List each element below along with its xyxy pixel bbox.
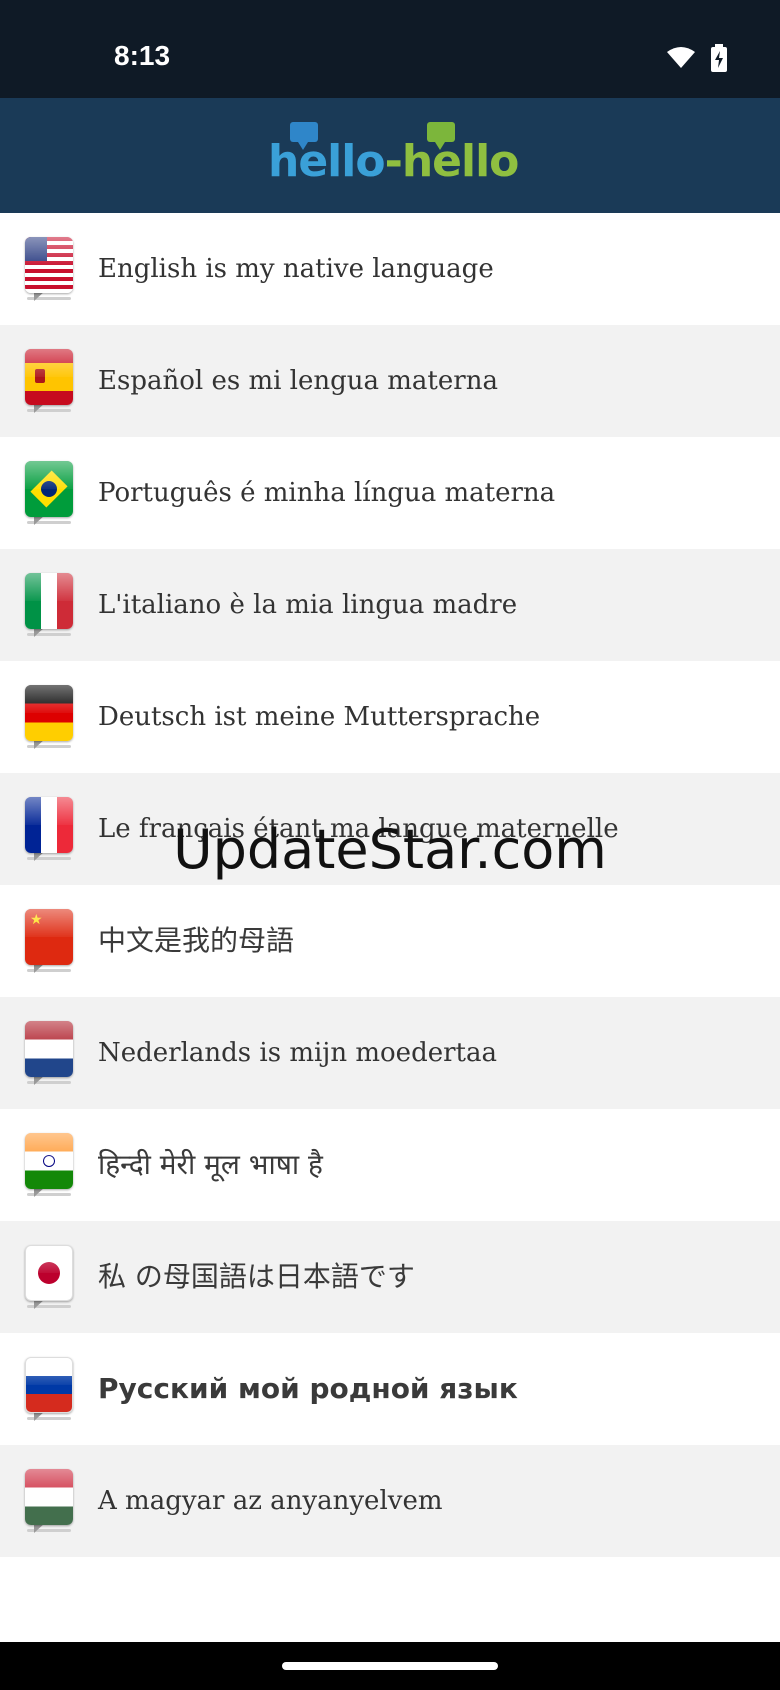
language-item-english[interactable]: English is my native language — [0, 213, 780, 325]
app-header: hello-hello — [0, 98, 780, 213]
italy-flag-icon — [25, 573, 73, 637]
netherlands-flag-icon — [25, 1021, 73, 1085]
language-item-french[interactable]: Le français étant ma langue maternelle — [0, 773, 780, 885]
language-label: Nederlands is mijn moedertaa — [98, 1038, 497, 1068]
logo-text-hello: hello — [268, 136, 386, 187]
language-item-russian[interactable]: Русский мой родной язык — [0, 1333, 780, 1445]
us-flag-icon — [25, 237, 73, 301]
language-label: Le français étant ma langue maternelle — [98, 814, 619, 844]
battery-charging-icon — [710, 44, 728, 76]
spain-flag-icon — [25, 349, 73, 413]
language-list: English is my native language Español es… — [0, 213, 780, 1557]
language-label: A magyar az anyanyelvem — [98, 1486, 443, 1516]
language-item-german[interactable]: Deutsch ist meine Muttersprache — [0, 661, 780, 773]
logo-text-dash: - — [384, 136, 403, 187]
russia-flag-icon — [25, 1357, 73, 1421]
language-item-spanish[interactable]: Español es mi lengua materna — [0, 325, 780, 437]
logo-text-hello-2: hello — [401, 136, 520, 187]
language-label: L'italiano è la mia lingua madre — [98, 590, 518, 620]
hungary-flag-icon — [25, 1469, 73, 1533]
status-time: 8:13 — [114, 40, 171, 71]
language-item-chinese[interactable]: ★ 中文是我的母語 — [0, 885, 780, 997]
france-flag-icon — [25, 797, 73, 861]
status-icons — [666, 44, 728, 76]
navigation-bar — [0, 1642, 780, 1690]
language-label: हिन्दी मेरी मूल भाषा है — [98, 1148, 323, 1181]
germany-flag-icon — [25, 685, 73, 749]
china-flag-icon: ★ — [25, 909, 73, 973]
brazil-flag-icon — [25, 461, 73, 525]
language-label: 私 の母国語は日本語です — [98, 1260, 415, 1293]
hello-hello-logo: hello-hello — [268, 122, 519, 192]
language-label: Deutsch ist meine Muttersprache — [98, 702, 541, 732]
language-label: Português é minha língua materna — [98, 478, 556, 508]
wifi-icon — [666, 46, 696, 74]
language-item-japanese[interactable]: 私 の母国語は日本語です — [0, 1221, 780, 1333]
japan-flag-icon — [25, 1245, 73, 1309]
home-indicator[interactable] — [282, 1662, 498, 1670]
language-label: English is my native language — [98, 254, 494, 284]
language-item-hindi[interactable]: हिन्दी मेरी मूल भाषा है — [0, 1109, 780, 1221]
status-bar: 8:13 — [0, 0, 780, 98]
language-item-hungarian[interactable]: A magyar az anyanyelvem — [0, 1445, 780, 1557]
language-label: 中文是我的母語 — [98, 924, 295, 957]
india-flag-icon — [25, 1133, 73, 1197]
language-item-dutch[interactable]: Nederlands is mijn moedertaa — [0, 997, 780, 1109]
language-label: Español es mi lengua materna — [98, 366, 498, 396]
language-label: Русский мой родной язык — [98, 1372, 518, 1405]
language-item-portuguese[interactable]: Português é minha língua materna — [0, 437, 780, 549]
language-item-italian[interactable]: L'italiano è la mia lingua madre — [0, 549, 780, 661]
